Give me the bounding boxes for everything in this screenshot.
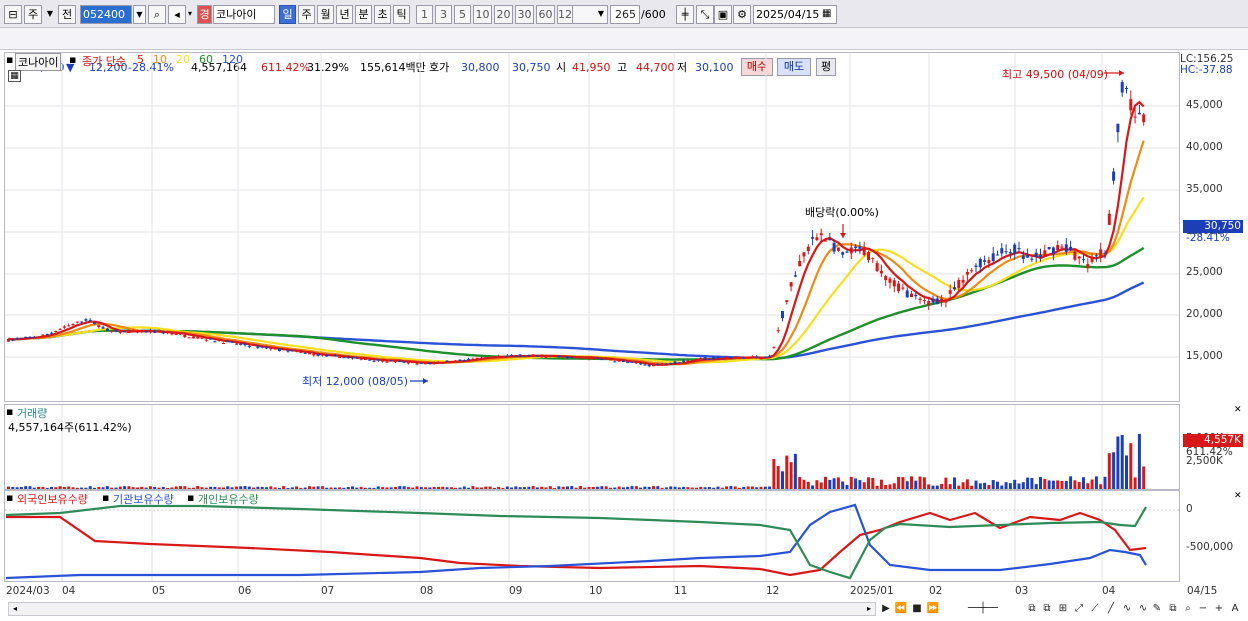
copy-chart-icon[interactable]: ⧉ (1166, 602, 1180, 616)
layout-icon[interactable]: ⧉ (1025, 602, 1039, 616)
holdings-series-label: 기관보유수량 (113, 493, 174, 506)
stop-icon[interactable]: ■ (910, 602, 924, 616)
holdings-tick-label: 0 (1186, 503, 1193, 515)
close-ma-label: 종가 단순 (82, 55, 126, 68)
holdings-series-label: 외국인보유수량 (17, 493, 88, 506)
volume-current-pct: 611.42% (1186, 446, 1233, 458)
x-tick-label: 2025/01 (850, 585, 894, 597)
panel-menu-icon[interactable]: ▪ (6, 53, 13, 66)
holdings-series-icon[interactable]: ▪ (187, 491, 194, 504)
trend-icon[interactable]: ⟋ (1088, 602, 1102, 616)
high-annotation: 최고 49,500 (04/09) (1002, 68, 1109, 81)
ruler-icon[interactable]: ⊞ (1056, 602, 1070, 616)
dividend-annotation: 배당락(0.00%) (805, 206, 879, 219)
x-tick-label: 09 (509, 585, 523, 597)
ma-legend-5: 5 (137, 53, 144, 66)
text-tool-icon[interactable]: A (1228, 602, 1242, 616)
holdings-close-icon[interactable]: ✕ (1234, 491, 1242, 501)
x-tick-label: 04 (62, 585, 76, 597)
x-tick-label: 05 (152, 585, 166, 597)
x-tick-label: 11 (674, 585, 688, 597)
x-tick-label: 04/15 (1187, 585, 1218, 597)
volume-value-line: 4,557,164주(611.42%) (8, 421, 132, 434)
calculator-icon[interactable]: ▦ (8, 70, 21, 82)
scroll-left-icon[interactable]: ◂ (9, 603, 21, 615)
hc-label: HC:-37.88 (1180, 64, 1233, 76)
x-tick-label: 06 (238, 585, 252, 597)
holdings-series-icon[interactable]: ▪ (102, 491, 109, 504)
zoom-icon[interactable]: ⌕ (1181, 602, 1195, 616)
x-tick-label: 02 (929, 585, 943, 597)
wave-icon[interactable]: ∿ (1120, 602, 1134, 616)
price-tick-label: 35,000 (1186, 182, 1223, 195)
holdings-panel (4, 490, 1180, 582)
x-tick-label: 08 (420, 585, 434, 597)
current-pct-tag: -28.41% (1186, 232, 1230, 244)
ma-legend-120: 120 (222, 53, 243, 66)
x-tick-label: 12 (766, 585, 780, 597)
price-tick-label: 40,000 (1186, 140, 1223, 153)
price-stock-name: 코나아이 (15, 53, 62, 71)
ma-legend-20: 20 (176, 53, 190, 66)
volume-close-icon[interactable]: ✕ (1234, 405, 1242, 415)
holdings-series-label: 개인보유수량 (198, 493, 259, 506)
x-tick-label: 2024/03 (6, 585, 50, 597)
copy-icon[interactable]: ⧉ (1040, 602, 1054, 616)
expand-icon[interactable]: ⤢ (1072, 602, 1086, 616)
x-tick-label: 03 (1015, 585, 1029, 597)
fast-forward-icon[interactable]: ⏩ (926, 602, 940, 616)
scroll-right-icon[interactable]: ▸ (863, 603, 875, 615)
horizontal-scrollbar[interactable]: ◂ ▸ (8, 602, 876, 616)
price-tick-label: 25,000 (1186, 266, 1223, 279)
price-tick-label: 20,000 (1186, 308, 1223, 321)
volume-menu-icon[interactable]: ▪ (6, 405, 13, 418)
low-annotation: 최저 12,000 (08/05) (302, 375, 409, 388)
zoom-slider[interactable]: ──┼── (950, 602, 1016, 616)
holdings-tick-label: -500,000 (1186, 541, 1234, 553)
ma-legend-10: 10 (153, 53, 167, 66)
price-panel (4, 52, 1180, 402)
legend-menu-icon[interactable]: ▪ (69, 53, 76, 66)
price-tick-label: 45,000 (1186, 99, 1223, 111)
zoom-out-icon[interactable]: − (1196, 602, 1210, 616)
line-icon[interactable]: ╱ (1104, 602, 1118, 616)
volume-panel (4, 404, 1180, 490)
rewind-icon[interactable]: ⏪ (894, 602, 908, 616)
x-tick-label: 07 (321, 585, 335, 597)
holdings-series-icon[interactable]: ▪ (6, 491, 13, 504)
x-tick-label: 10 (589, 585, 603, 597)
wave-alt-icon[interactable]: ∿ (1136, 602, 1150, 616)
zoom-in-icon[interactable]: + (1212, 602, 1226, 616)
play-icon[interactable]: ▶ (879, 602, 893, 616)
price-tick-label: 15,000 (1186, 350, 1223, 362)
x-tick-label: 04 (1102, 585, 1116, 597)
ma-legend-60: 60 (199, 53, 213, 66)
pencil-icon[interactable]: ✎ (1150, 602, 1164, 616)
